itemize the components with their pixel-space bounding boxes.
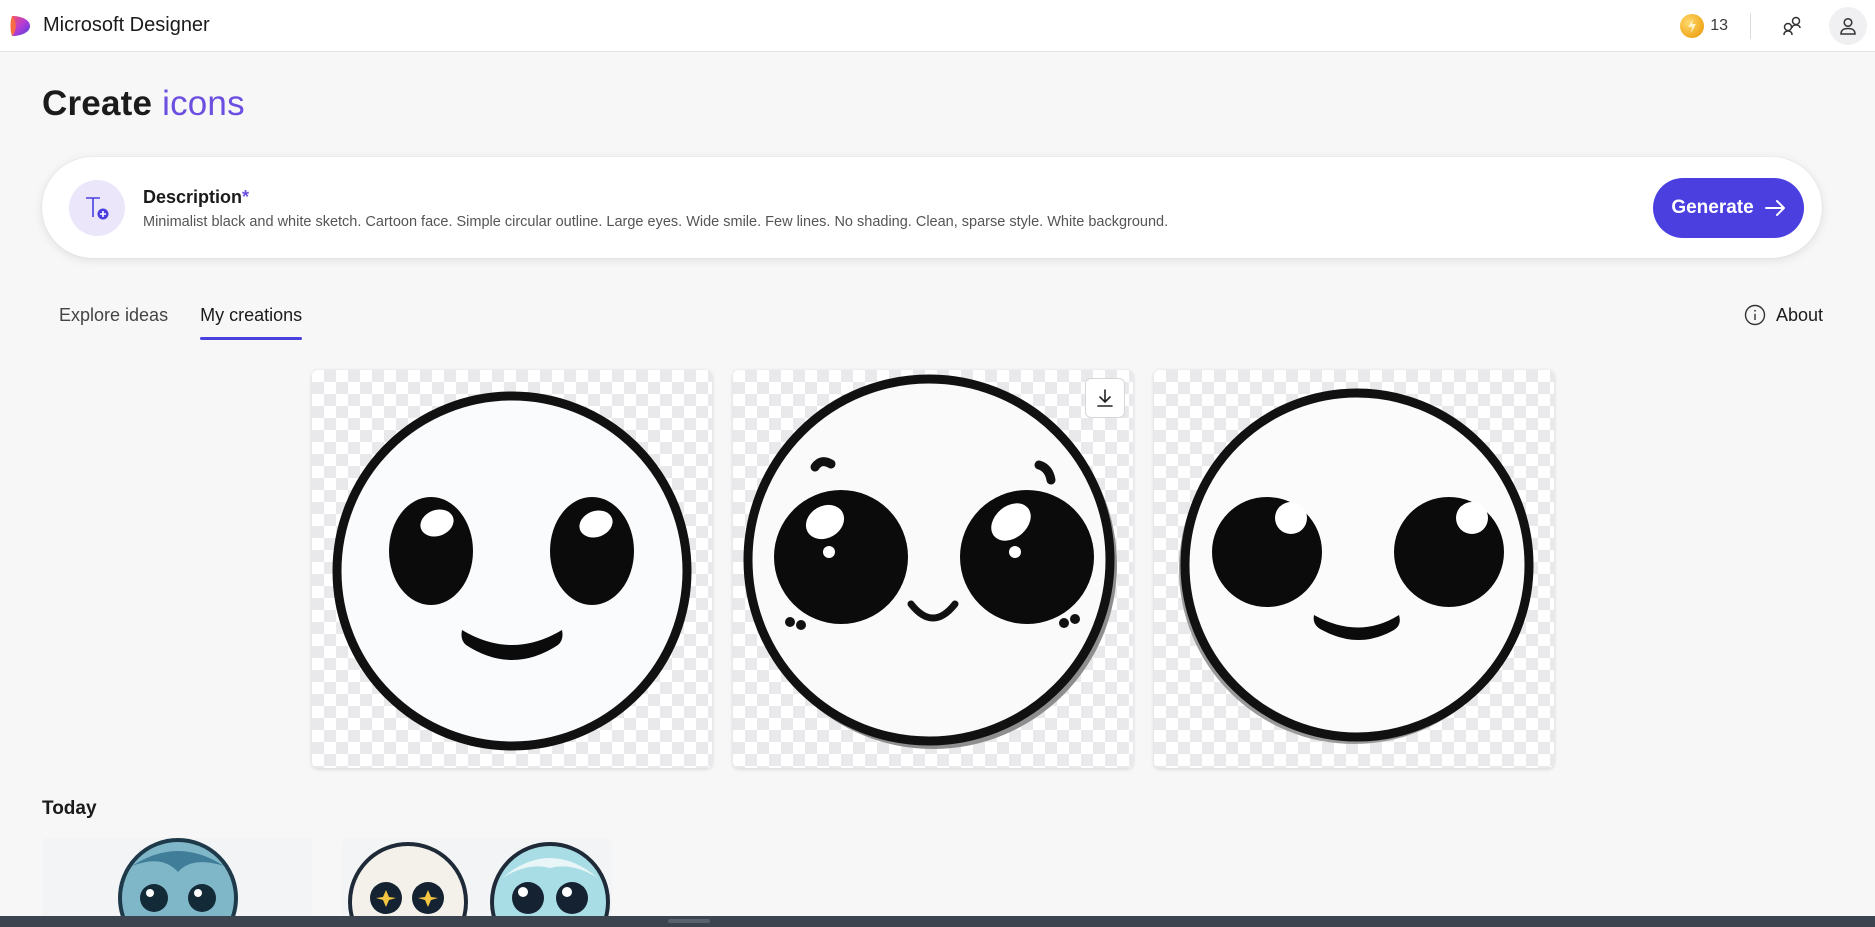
tab-explore-ideas[interactable]: Explore ideas bbox=[59, 305, 168, 340]
smiley-face-image bbox=[1179, 388, 1534, 744]
bottom-scroll-strip bbox=[0, 916, 1875, 927]
arrow-right-icon bbox=[1764, 200, 1785, 216]
generated-icon-1[interactable] bbox=[312, 370, 712, 768]
info-icon bbox=[1744, 304, 1766, 326]
share-button[interactable] bbox=[1773, 7, 1811, 45]
page-title: Create icons bbox=[42, 84, 245, 124]
description-input[interactable]: Minimalist black and white sketch. Carto… bbox=[143, 214, 1168, 230]
required-mark: * bbox=[242, 187, 250, 207]
text-add-icon bbox=[69, 180, 125, 236]
scroll-indicator[interactable] bbox=[668, 919, 710, 923]
generate-button[interactable]: Generate bbox=[1653, 178, 1804, 238]
creation-tabs: Explore ideas My creations bbox=[59, 305, 334, 340]
generated-icon-3[interactable] bbox=[1154, 370, 1554, 768]
page-title-prefix: Create bbox=[42, 84, 153, 123]
about-link[interactable]: About bbox=[1744, 304, 1823, 326]
creation-thumbnail bbox=[42, 838, 312, 916]
description-label-text: Description bbox=[143, 187, 243, 207]
person-icon bbox=[1840, 17, 1856, 35]
creation-thumbnail bbox=[342, 838, 612, 916]
description-card[interactable]: Description* Minimalist black and white … bbox=[42, 157, 1822, 258]
generated-icon-2[interactable] bbox=[733, 370, 1133, 768]
today-creation-1[interactable] bbox=[42, 838, 312, 916]
today-creations-row bbox=[42, 838, 642, 916]
tab-my-creations[interactable]: My creations bbox=[200, 305, 303, 340]
credit-count: 13 bbox=[1710, 17, 1728, 34]
today-creation-2[interactable] bbox=[342, 838, 612, 916]
top-bar: Microsoft Designer 13 bbox=[0, 0, 1875, 52]
divider bbox=[1750, 13, 1751, 39]
share-icon bbox=[1783, 16, 1801, 36]
credits-indicator[interactable]: 13 bbox=[1680, 14, 1728, 38]
cartoon-face-image bbox=[743, 374, 1117, 749]
smiley-face-image bbox=[332, 391, 692, 751]
designer-logo-icon bbox=[10, 15, 30, 36]
download-button[interactable] bbox=[1085, 378, 1125, 418]
top-right-actions: 13 bbox=[1680, 0, 1875, 52]
download-icon bbox=[1097, 389, 1113, 407]
section-heading-today: Today bbox=[42, 798, 97, 819]
about-label: About bbox=[1775, 304, 1823, 325]
page-title-accent: icons bbox=[162, 84, 245, 123]
brand[interactable]: Microsoft Designer bbox=[8, 13, 210, 39]
app-title: Microsoft Designer bbox=[43, 14, 210, 36]
generated-icons-gallery bbox=[312, 370, 1575, 768]
account-button[interactable] bbox=[1829, 7, 1867, 45]
coin-icon bbox=[1680, 14, 1705, 38]
generate-label: Generate bbox=[1671, 197, 1754, 218]
description-label: Description* bbox=[143, 187, 249, 208]
